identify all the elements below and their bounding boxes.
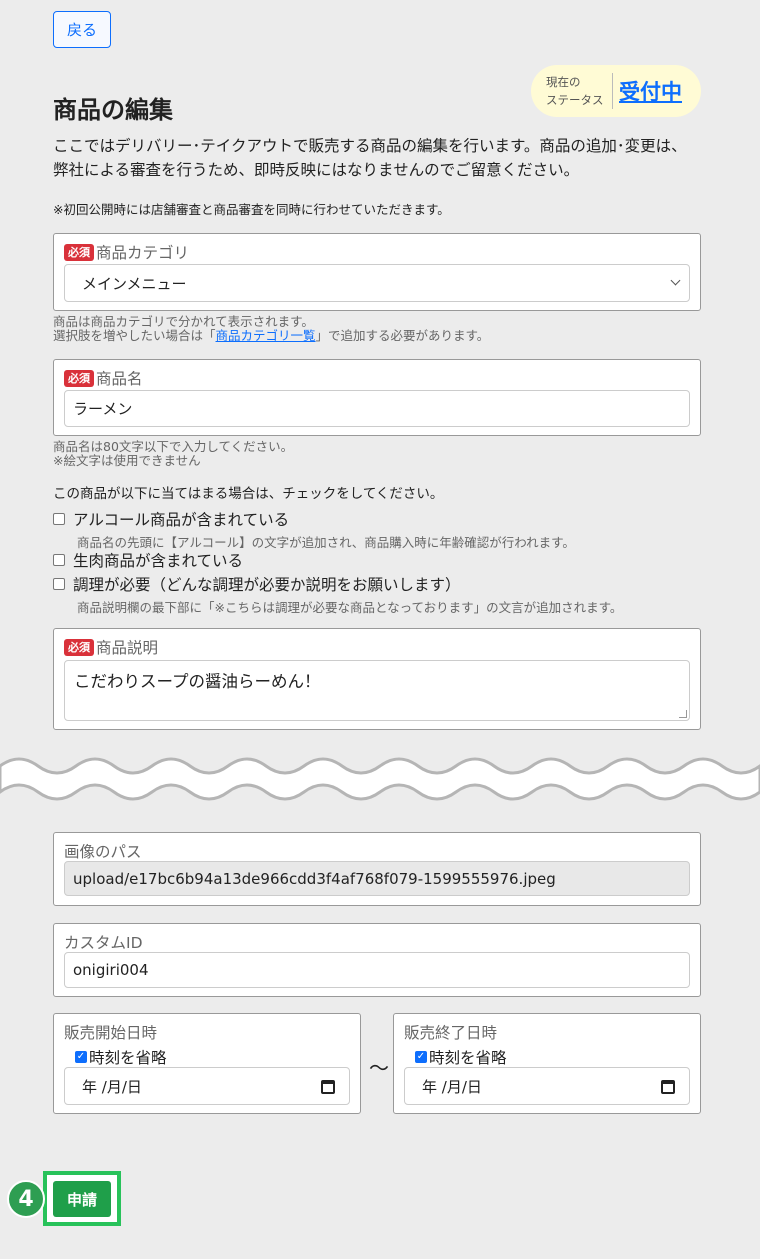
status-label: 現在の ステータス xyxy=(531,73,613,109)
status-box: 現在の ステータス 受付中 xyxy=(531,65,701,117)
sale-start-omit-time-row[interactable]: ✓ 時刻を省略 xyxy=(75,1046,167,1068)
description-card: 必須 商品説明 こだわりスープの醤油らーめん！ xyxy=(53,628,701,730)
checks-intro: この商品が以下に当てはまる場合は、チェックをしてください。 xyxy=(53,486,444,502)
page-title: 商品の編集 xyxy=(53,96,173,124)
sale-end-omit-time-row[interactable]: ✓ 時刻を省略 xyxy=(415,1046,507,1068)
custom-id-card: カスタムID onigiri004 xyxy=(53,923,701,997)
intro-text: ここではデリバリー･テイクアウトで販売する商品の編集を行います。商品の追加･変更… xyxy=(53,137,687,179)
resize-handle-icon[interactable] xyxy=(679,710,687,718)
wave-divider xyxy=(0,757,760,801)
sale-start-date-input[interactable]: 年 /月/日 xyxy=(64,1067,350,1105)
submit-button[interactable]: 申請 xyxy=(53,1181,111,1217)
raw-meat-checkbox[interactable] xyxy=(53,554,65,566)
category-select[interactable]: メインメニュー xyxy=(64,264,690,302)
step-number-badge: 4 xyxy=(7,1180,45,1218)
required-badge: 必須 xyxy=(64,243,94,261)
product-name-label: 必須 商品名 xyxy=(64,367,143,389)
range-separator: ～ xyxy=(369,1056,389,1080)
status-value-link[interactable]: 受付中 xyxy=(613,76,682,106)
submit-highlight-frame: 申請 xyxy=(43,1171,121,1226)
image-path-field: upload/e17bc6b94a13de966cdd3f4af768f079-… xyxy=(64,861,690,896)
custom-id-label: カスタムID xyxy=(64,934,143,952)
cooking-checkbox-row[interactable]: 調理が必要（どんな調理が必要か説明をお願いします） xyxy=(53,573,461,595)
image-path-label: 画像のパス xyxy=(64,843,142,861)
required-badge: 必須 xyxy=(64,638,94,656)
alcohol-checkbox[interactable] xyxy=(53,513,65,525)
product-name-input[interactable]: ラーメン xyxy=(64,390,690,427)
check-icon[interactable]: ✓ xyxy=(415,1051,427,1063)
chevron-down-icon xyxy=(670,275,681,286)
sale-end-label: 販売終了日時 xyxy=(404,1024,498,1042)
category-card: 必須 商品カテゴリ メインメニュー xyxy=(53,233,701,311)
back-button[interactable]: 戻る xyxy=(53,11,111,48)
check-icon[interactable]: ✓ xyxy=(75,1051,87,1063)
raw-meat-checkbox-row[interactable]: 生肉商品が含まれている xyxy=(53,549,243,571)
calendar-icon[interactable] xyxy=(321,1080,335,1094)
category-label: 必須 商品カテゴリ xyxy=(64,241,189,263)
cooking-checkbox[interactable] xyxy=(53,578,65,590)
sale-end-date-input[interactable]: 年 /月/日 xyxy=(404,1067,690,1105)
intro-note: ※初回公開時には店舗審査と商品審査を同時に行わせていただきます。 xyxy=(53,202,450,217)
sale-end-card: 販売終了日時 ✓ 時刻を省略 年 /月/日 xyxy=(393,1013,701,1114)
required-badge: 必須 xyxy=(64,369,94,387)
description-label: 必須 商品説明 xyxy=(64,636,158,658)
sale-start-card: 販売開始日時 ✓ 時刻を省略 年 /月/日 xyxy=(53,1013,361,1114)
product-name-help: 商品名は80文字以下で入力してください。 ※絵文字は使用できません xyxy=(53,439,294,468)
sale-start-label: 販売開始日時 xyxy=(64,1024,158,1042)
alcohol-checkbox-row[interactable]: アルコール商品が含まれている xyxy=(53,508,289,530)
category-help: 商品は商品カテゴリで分かれて表示されます。 選択肢を増やしたい場合は「商品カテゴ… xyxy=(53,314,490,343)
category-list-link[interactable]: 商品カテゴリ一覧 xyxy=(216,328,316,343)
description-textarea[interactable]: こだわりスープの醤油らーめん！ xyxy=(64,660,690,721)
calendar-icon[interactable] xyxy=(661,1080,675,1094)
cooking-note: 商品説明欄の最下部に「※こちらは調理が必要な商品となっております」の文言が追加さ… xyxy=(77,600,623,615)
image-path-card: 画像のパス upload/e17bc6b94a13de966cdd3f4af76… xyxy=(53,832,701,906)
product-name-card: 必須 商品名 ラーメン xyxy=(53,359,701,436)
custom-id-input[interactable]: onigiri004 xyxy=(64,952,690,988)
